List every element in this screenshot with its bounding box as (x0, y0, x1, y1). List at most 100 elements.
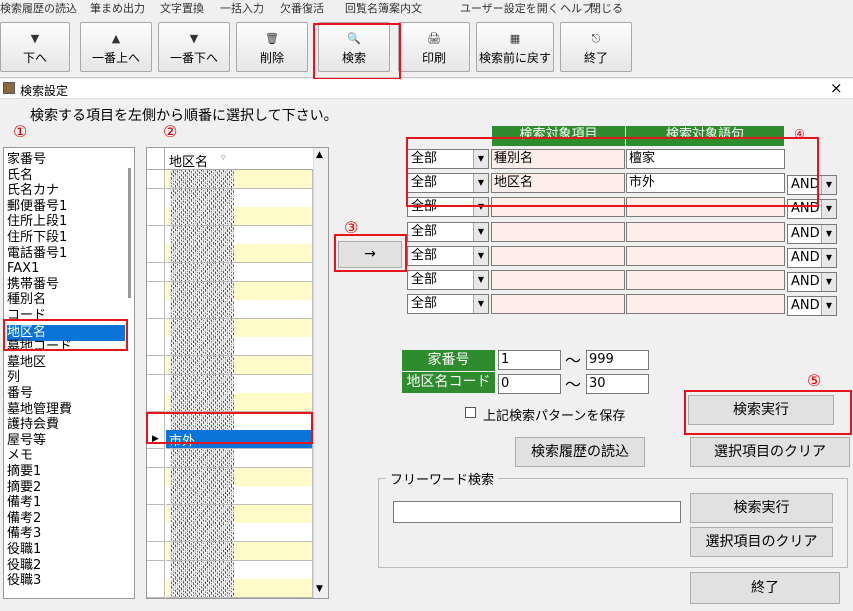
logic-select[interactable]: AND ▼ (787, 223, 837, 244)
field-list-item[interactable]: メモ (7, 449, 33, 462)
row-header-cell[interactable] (147, 318, 165, 338)
dropdown-arrow-icon[interactable]: ▼ (473, 150, 488, 168)
value-cell[interactable] (166, 300, 313, 320)
field-list-item[interactable]: 護持会費 (7, 418, 59, 431)
menu-item-restore[interactable]: 欠番復活 (280, 0, 324, 16)
criteria-term-cell[interactable] (626, 221, 785, 242)
dropdown-arrow-icon[interactable]: ▼ (473, 271, 488, 289)
scope-select[interactable]: 全部 ▼ (407, 221, 489, 242)
row-header-cell[interactable] (147, 393, 165, 413)
field-list-item[interactable]: 備考1 (7, 496, 41, 509)
area-code-to[interactable]: 30 (586, 374, 649, 394)
value-cell[interactable] (166, 281, 313, 301)
value-cell[interactable] (166, 393, 313, 413)
criteria-item-cell[interactable]: 地区名 (491, 173, 625, 194)
scope-select[interactable]: 全部 ▼ (407, 197, 489, 218)
field-list-item[interactable]: 郵便番号1 (7, 200, 67, 213)
criteria-item-cell[interactable]: 種別名 (491, 149, 625, 169)
menu-item-replace[interactable]: 文字置換 (160, 0, 204, 16)
value-cell[interactable]: 市外 (166, 430, 313, 450)
scroll-up-icon[interactable]: ▲ (316, 150, 323, 160)
row-header-cell[interactable] (147, 523, 165, 543)
field-list-item[interactable]: 摘要1 (7, 465, 41, 478)
row-header-cell[interactable] (147, 411, 165, 431)
end-button[interactable]: 終了 (690, 572, 840, 604)
field-list-item[interactable]: 役職3 (7, 574, 41, 587)
field-list-scrollbar[interactable] (128, 168, 131, 298)
menu-item-bulk-input[interactable]: 一括入力 (220, 0, 264, 16)
field-list-item[interactable]: 住所上段1 (7, 215, 67, 228)
execute-search-button[interactable]: 検索実行 (688, 395, 834, 425)
search-button[interactable]: 🔍 検索 (318, 22, 390, 72)
dropdown-arrow-icon[interactable]: ▼ (821, 297, 836, 316)
criteria-term-cell[interactable] (626, 294, 785, 315)
value-grid[interactable]: 地区名 ▿ ▶ 市外 ▲ ▼ (146, 147, 329, 599)
value-cell[interactable] (166, 374, 313, 394)
menu-item-close[interactable]: 閉じる (590, 0, 623, 16)
field-list-item[interactable]: 墓地コード (7, 340, 72, 353)
clear-selection-button[interactable]: 選択項目のクリア (690, 437, 850, 467)
dropdown-arrow-icon[interactable]: ▼ (821, 200, 836, 219)
value-grid-scrollbar[interactable]: ▲ ▼ (313, 148, 328, 598)
field-list-item[interactable]: 携帯番号 (7, 278, 59, 291)
close-icon[interactable]: × (830, 79, 843, 97)
field-list-item[interactable]: 備考3 (7, 527, 41, 540)
scroll-down-icon[interactable]: ▼ (316, 584, 323, 594)
field-list-item[interactable]: 役職2 (7, 559, 41, 572)
row-header-cell[interactable] (147, 207, 165, 227)
value-cell[interactable] (166, 504, 313, 524)
row-header-cell[interactable] (147, 374, 165, 394)
field-list-item[interactable]: 電話番号1 (7, 247, 67, 260)
value-cell[interactable] (166, 207, 313, 227)
menu-item-circular[interactable]: 回覧名簿案内文 (345, 0, 422, 16)
value-cell[interactable] (166, 523, 313, 543)
logic-select[interactable]: AND ▼ (787, 247, 837, 268)
dropdown-arrow-icon[interactable]: ▼ (821, 248, 836, 267)
logic-select[interactable]: AND ▼ (787, 199, 837, 220)
field-list-item[interactable]: 氏名カナ (7, 184, 59, 197)
field-list-item[interactable]: 住所下段1 (7, 231, 67, 244)
menu-item-user-settings[interactable]: ユーザー設定を開く (460, 0, 559, 16)
value-cell[interactable] (166, 263, 313, 282)
value-cell[interactable] (166, 225, 313, 245)
row-header-cell[interactable] (147, 356, 165, 375)
dropdown-arrow-icon[interactable]: ▼ (473, 198, 488, 217)
logic-select[interactable]: AND ▼ (787, 272, 837, 292)
row-header-cell[interactable] (147, 263, 165, 282)
logic-select[interactable]: AND ▼ (787, 296, 837, 317)
field-list-item[interactable]: 役職1 (7, 543, 41, 556)
menu-item-fudemame[interactable]: 筆まめ出力 (90, 0, 145, 16)
dropdown-arrow-icon[interactable]: ▼ (473, 222, 488, 241)
scope-select[interactable]: 全部 ▼ (407, 173, 489, 194)
exit-button[interactable]: ⎋ 終了 (560, 22, 632, 72)
row-header-cell[interactable] (147, 542, 165, 561)
freeword-clear-button[interactable]: 選択項目のクリア (690, 527, 833, 557)
field-list-item[interactable]: 家番号 (7, 153, 46, 166)
house-number-from[interactable]: 1 (498, 350, 561, 370)
criteria-term-cell[interactable] (626, 245, 785, 266)
field-list-item[interactable]: 列 (7, 371, 20, 384)
field-list-item[interactable]: FAX1 (7, 262, 39, 275)
top-button[interactable]: ▲ 一番上へ (80, 22, 152, 72)
value-cell[interactable] (166, 467, 313, 487)
dropdown-arrow-icon[interactable]: ▼ (821, 273, 836, 291)
row-header-cell[interactable]: ▶ (147, 430, 165, 450)
value-cell[interactable] (166, 579, 313, 598)
row-header-cell[interactable] (147, 560, 165, 580)
field-list-item[interactable]: 備考2 (7, 512, 41, 525)
row-header-cell[interactable] (147, 188, 165, 208)
row-header-cell[interactable] (147, 300, 165, 320)
value-cell[interactable] (166, 244, 313, 264)
value-cell[interactable] (166, 411, 313, 431)
criteria-term-cell[interactable] (626, 197, 785, 218)
row-header-cell[interactable] (147, 244, 165, 264)
logic-select[interactable]: AND ▼ (787, 175, 837, 196)
save-pattern-checkbox[interactable] (465, 407, 476, 418)
criteria-term-cell[interactable]: 市外 (626, 173, 785, 194)
row-header-cell[interactable] (147, 504, 165, 524)
row-header-cell[interactable] (147, 281, 165, 301)
field-list-item[interactable]: 番号 (7, 387, 33, 400)
row-header-cell[interactable] (147, 225, 165, 245)
value-cell[interactable] (166, 337, 313, 357)
criteria-item-cell[interactable] (491, 221, 625, 242)
